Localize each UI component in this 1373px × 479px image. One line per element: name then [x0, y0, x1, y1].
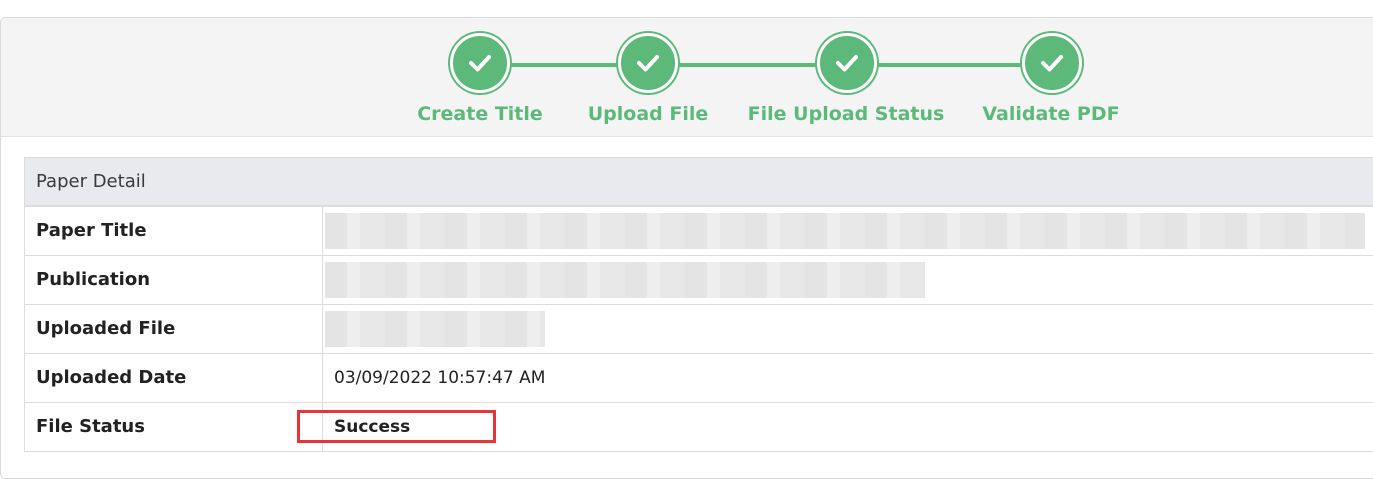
- table-row: Uploaded File: [25, 305, 1373, 354]
- table-row: Publication: [25, 256, 1373, 305]
- check-icon: [1041, 55, 1063, 72]
- table-row: File Status Success: [25, 403, 1373, 452]
- column-divider: [322, 207, 323, 255]
- step-connector: [506, 63, 626, 67]
- step-create-title-circle[interactable]: [450, 33, 510, 93]
- redacted-value: [325, 311, 545, 347]
- check-icon: [836, 55, 858, 72]
- step-connector: [876, 63, 1026, 67]
- paper-detail-header: Paper Detail: [25, 158, 1373, 207]
- uploaded-date-label: Uploaded Date: [36, 367, 187, 388]
- step-file-upload-status-circle[interactable]: [817, 33, 877, 93]
- step-label-upload-file[interactable]: Upload File: [538, 103, 758, 125]
- redacted-value: [325, 262, 925, 298]
- uploaded-date-value: 03/09/2022 10:57:47 AM: [334, 368, 546, 388]
- step-label-file-upload-status[interactable]: File Upload Status: [736, 103, 956, 125]
- step-upload-file-circle[interactable]: [618, 33, 678, 93]
- table-row: Paper Title: [25, 207, 1373, 256]
- upload-panel: Create Title Upload File File Upload Sta…: [0, 17, 1373, 479]
- uploaded-file-label: Uploaded File: [36, 318, 176, 339]
- progress-stepper: Create Title Upload File File Upload Sta…: [1, 18, 1373, 137]
- check-icon: [469, 55, 491, 72]
- step-label-validate-pdf[interactable]: Validate PDF: [941, 103, 1161, 125]
- paper-detail-table: Paper Detail Paper Title Publication Upl…: [24, 157, 1373, 452]
- step-validate-pdf-circle[interactable]: [1022, 33, 1082, 93]
- check-icon: [637, 55, 659, 72]
- paper-title-label: Paper Title: [36, 220, 147, 241]
- status-highlight-box: [297, 410, 496, 443]
- column-divider: [322, 256, 323, 304]
- step-connector: [676, 63, 821, 67]
- table-row: Uploaded Date 03/09/2022 10:57:47 AM: [25, 354, 1373, 403]
- column-divider: [322, 305, 323, 353]
- publication-label: Publication: [36, 269, 151, 290]
- file-status-label: File Status: [36, 416, 145, 437]
- redacted-value: [325, 213, 1365, 249]
- column-divider: [322, 354, 323, 402]
